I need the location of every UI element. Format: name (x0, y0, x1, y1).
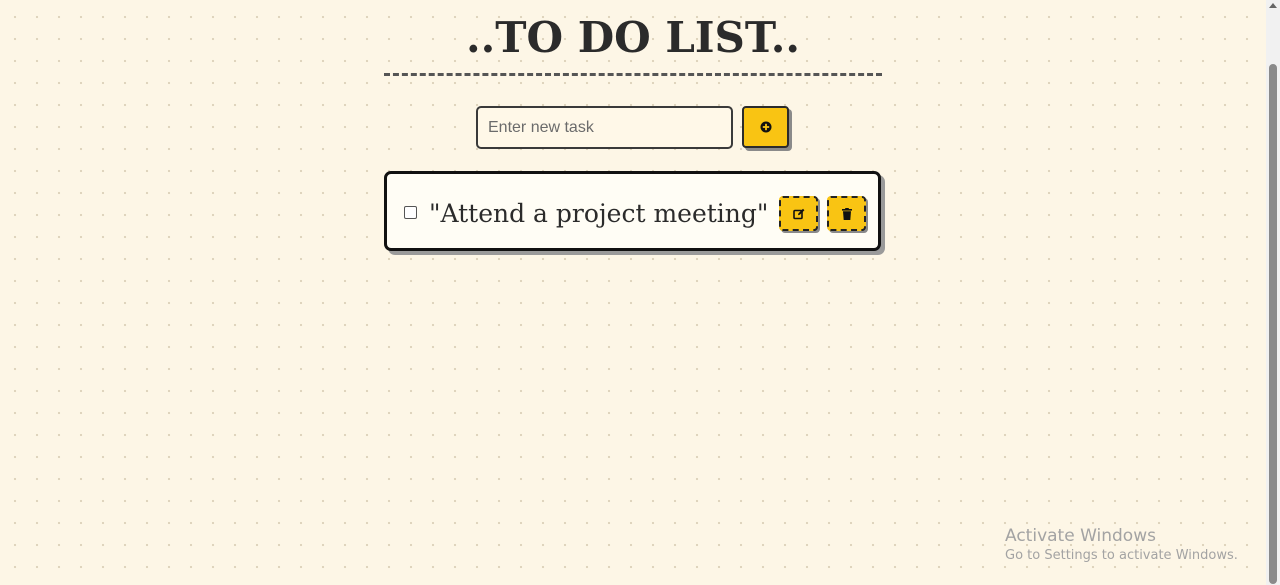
watermark-subtitle: Go to Settings to activate Windows. (1005, 548, 1238, 563)
task-text: "Attend a project meeting" (429, 199, 769, 228)
scrollbar-thumb[interactable] (1269, 64, 1277, 584)
new-task-input[interactable] (476, 106, 733, 149)
delete-task-button[interactable] (827, 196, 866, 231)
vertical-scrollbar[interactable] (1266, 0, 1280, 585)
page-title: ..TO DO LIST.. (466, 13, 800, 62)
add-task-button[interactable] (742, 106, 789, 148)
watermark-title: Activate Windows (1005, 526, 1156, 546)
task-checkbox[interactable] (404, 206, 417, 219)
title-divider (384, 73, 882, 76)
plus-circle-icon (760, 121, 771, 133)
todo-page: ..TO DO LIST.. "Attend a project meeting… (0, 0, 1266, 585)
scroll-up-icon[interactable] (1269, 3, 1277, 8)
trash-icon (841, 207, 852, 220)
edit-icon (792, 208, 804, 219)
task-item: "Attend a project meeting" (384, 171, 881, 251)
edit-task-button[interactable] (779, 196, 818, 231)
windows-activation-watermark: Activate Windows Go to Settings to activ… (1005, 526, 1238, 565)
